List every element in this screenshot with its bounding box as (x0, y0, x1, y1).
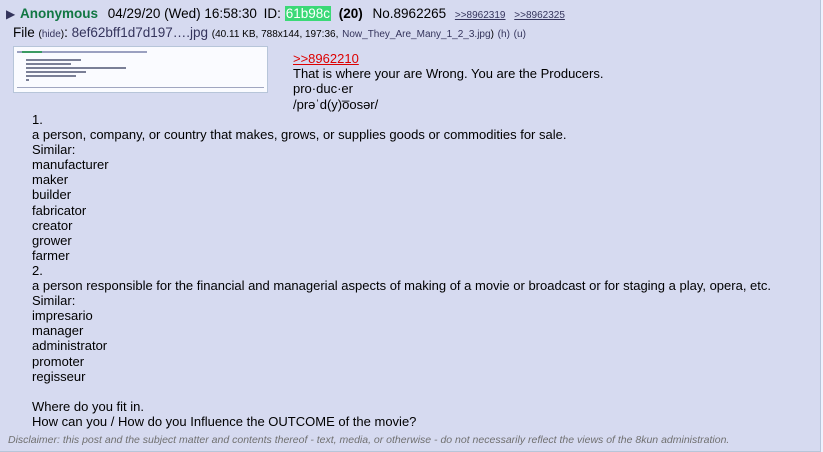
id-label: ID: (263, 6, 281, 21)
body-line: farmer (32, 247, 70, 263)
body-line: manager (32, 323, 84, 339)
body-line: fabricator (32, 202, 87, 218)
body-line: 2. (32, 262, 43, 278)
h-link[interactable]: (h) (498, 29, 510, 40)
body-line: maker (32, 172, 69, 188)
u-link[interactable]: (u) (514, 29, 526, 40)
post-body-lower: 1. a person, company, or country that ma… (32, 112, 771, 429)
body-line: 1. (32, 112, 43, 127)
post: ▶ Anonymous 04/29/20 (Wed) 16:58:30 ID: … (0, 0, 821, 452)
file-label: File (13, 25, 35, 40)
body-line: grower (32, 232, 72, 248)
quote-link[interactable]: >>8962210 (293, 51, 359, 66)
body-line: a person responsible for the financial a… (32, 278, 772, 294)
hide-file-link[interactable]: hide (42, 29, 61, 40)
poster-id[interactable]: 61b98c (284, 6, 331, 21)
thumb-text-line (26, 67, 126, 69)
body-line: pro·duc·er (293, 81, 353, 97)
thumb-footer-line (17, 87, 264, 88)
file-meta: (40.11 KB, 788x144, 197:36, (211, 29, 339, 40)
thumb-text-line (26, 75, 76, 77)
backlink-1[interactable]: >>8962319 (455, 10, 506, 21)
thumb-text-line (26, 59, 81, 61)
body-line: builder (32, 187, 72, 203)
original-file-name-link[interactable]: Now_They_Are_Many_1_2_3.jpg (342, 29, 490, 40)
body-line: That is where your are Wrong. You are th… (293, 66, 604, 82)
thumb-text-line (26, 63, 71, 65)
body-line: /prəˈd(y)o̅osər/ (293, 96, 379, 112)
post-date: 04/29/20 (Wed) 16:58:30 (107, 6, 257, 21)
post-image-thumbnail[interactable] (13, 46, 268, 93)
body-line: manufacturer (32, 157, 109, 173)
body-line: administrator (32, 338, 108, 354)
poster-post-count: (20) (338, 6, 363, 21)
body-line: Similar: (32, 293, 76, 309)
thumb-text-line (26, 79, 29, 81)
body-line: creator (32, 217, 73, 233)
body-line: regisseur (32, 368, 86, 384)
post-menu-arrow-icon[interactable]: ▶ (6, 7, 15, 21)
file-name-link[interactable]: 8ef62bff1d7d197….jpg (72, 25, 208, 40)
body-line: How can you / How do you Influence the O… (32, 413, 417, 429)
thumb-text-line (26, 71, 86, 73)
post-body-upper: >>8962210 That is where your are Wrong. … (293, 51, 603, 112)
file-info: File (hide): 8ef62bff1d7d197….jpg (40.11… (13, 25, 526, 40)
body-line: Where do you fit in. (32, 398, 144, 414)
body-line: a person, company, or country that makes… (32, 127, 567, 143)
disclaimer: Disclaimer: this post and the subject ma… (8, 434, 730, 446)
body-line: Similar: (32, 142, 76, 158)
poster-name: Anonymous (20, 6, 99, 21)
body-line (32, 384, 771, 399)
post-intro: ▶ Anonymous 04/29/20 (Wed) 16:58:30 ID: … (6, 5, 565, 24)
body-line: impresario (32, 308, 93, 324)
body-line: promoter (32, 353, 85, 369)
thumb-name-line (22, 51, 42, 53)
backlink-2[interactable]: >>8962325 (514, 10, 565, 21)
post-number-link[interactable]: No.8962265 (373, 6, 447, 21)
